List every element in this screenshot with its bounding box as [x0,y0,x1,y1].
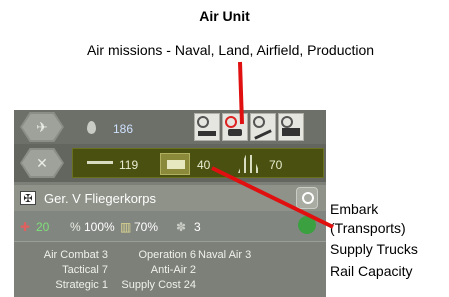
strategic-label: Strategic [55,279,99,291]
annotation-embark: Embark [330,201,379,217]
factory-icon [282,128,300,136]
supply-band: 119 40 70 [72,148,324,178]
zoom-button[interactable] [296,187,318,209]
tank-icon [228,129,242,136]
stats-row: ✚ 20 % 100% ▥ 70% ✽ 3 [14,211,326,241]
anti-air-value: 2 [189,264,196,276]
naval-air-label: Naval Air [198,249,243,261]
mission-row: ✈ 186 [14,110,326,144]
naval-air-value: 3 [245,249,252,261]
strength-icon: ✚ [20,220,31,234]
readiness-value: 70% [134,220,159,234]
embark-button[interactable] [160,153,190,175]
target-icon [197,116,209,128]
upgrade-button[interactable] [298,216,316,234]
strength-value: 20 [36,220,50,234]
experience-icon: ✽ [176,220,187,234]
wrench-icon: ✕ [22,150,62,176]
fuel-icon [87,121,96,134]
fuel-value: 186 [113,122,134,136]
supply-cost-value: 24 [183,279,196,291]
tools-button[interactable]: ✕ [20,148,64,178]
supply-cost-label: Supply Cost [121,279,181,291]
ship-icon [198,131,216,136]
air-combat-label: Air Combat [43,249,99,261]
iron-cross-icon: ✠ [20,191,36,205]
land-mission-button[interactable] [222,113,248,141]
aircraft-icon: ✈ [22,114,62,140]
truck-icon [167,160,185,169]
efficiency-icon: % [70,220,81,234]
naval-mission-button[interactable] [194,113,220,141]
operation-label: Operation [138,249,187,261]
combat-col-1: Air Combat 3 Tactical 7 Strategic 1 [22,248,108,293]
readiness-icon: ▥ [120,220,132,234]
air-supply-icon [87,161,113,164]
plane-icon [254,129,272,140]
missions-caption: Air missions - Naval, Land, Airfield, Pr… [86,42,375,58]
annotation-transports: (Transports) [330,220,406,236]
supply-trucks-value: 40 [197,158,211,172]
efficiency-value: 100% [84,220,115,234]
experience-value: 3 [194,220,201,234]
combat-col-3: Naval Air 3 [198,248,288,263]
target-icon [225,116,237,128]
unit-name-row: ✠ Ger. V Fliegerkorps [14,185,326,211]
production-mission-button[interactable] [278,113,304,141]
rail-capacity-value: 70 [269,158,283,172]
air-supply-value: 119 [119,158,139,172]
anti-air-label: Anti-Air [150,264,187,276]
operation-value: 6 [189,249,196,261]
airfield-mission-button[interactable] [250,113,276,141]
unit-panel: ✈ 186 ✕ 119 40 70 ✠ Ger. V Fliegerkorps … [14,110,326,297]
combat-col-2: Operation 6 Anti-Air 2 Supply Cost 24 [106,248,196,293]
unit-name: Ger. V Fliegerkorps [44,191,156,206]
target-icon [281,116,293,128]
target-icon [253,116,265,128]
annotation-supply-trucks: Supply Trucks [330,241,418,257]
page-title: Air Unit [199,8,250,24]
annotation-rail-capacity: Rail Capacity [330,263,413,279]
rail-icon [238,155,260,173]
unit-type-button[interactable]: ✈ [20,112,64,142]
divider [14,241,326,242]
tactical-label: Tactical [62,264,99,276]
